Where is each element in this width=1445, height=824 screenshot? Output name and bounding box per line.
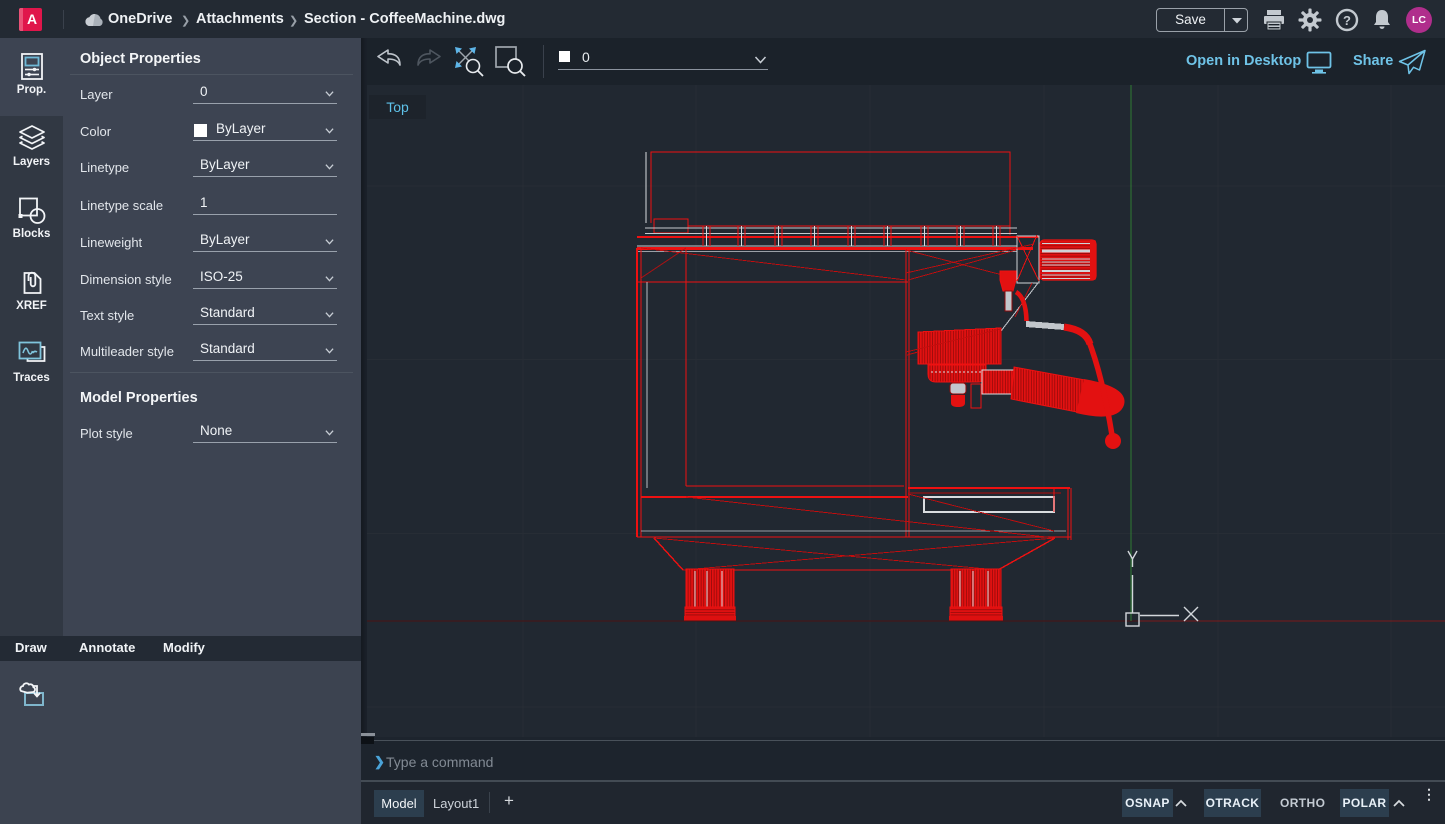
svg-text:?: ? bbox=[1343, 13, 1351, 28]
